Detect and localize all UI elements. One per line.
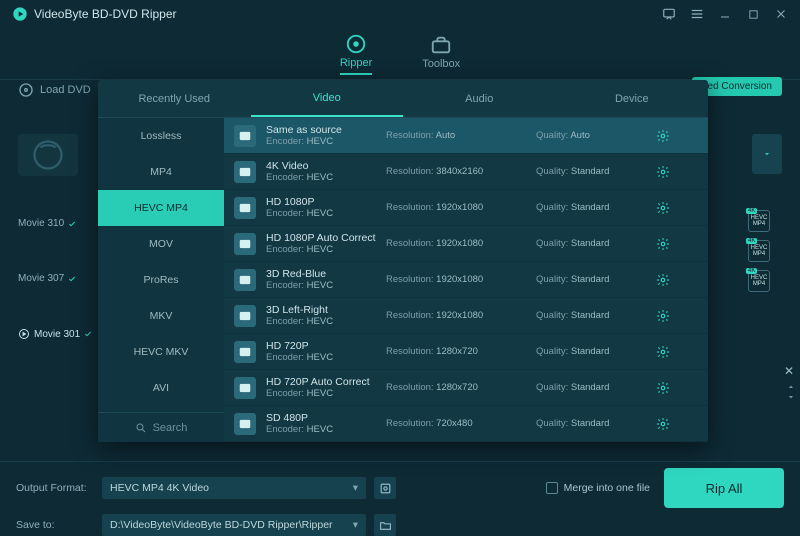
preset-row[interactable]: 3D Red-BlueEncoder: HEVCResolution: 1920… [224, 262, 708, 298]
menu-icon[interactable] [690, 7, 704, 21]
preset-format-icon [234, 197, 256, 219]
disc-thumbnail [18, 134, 78, 176]
format-popup: Recently UsedVideoAudioDevice LosslessMP… [98, 80, 708, 442]
preset-row[interactable]: 3D Left-RightEncoder: HEVCResolution: 19… [224, 298, 708, 334]
movie-item[interactable]: Movie 307 [18, 251, 98, 306]
tab-ripper-label: Ripper [340, 57, 372, 69]
rip-all-button[interactable]: Rip All [664, 468, 784, 508]
sidebar-item[interactable]: MKV [98, 298, 224, 334]
format-dropdown-button[interactable] [752, 134, 782, 174]
sidebar-item[interactable]: HEVC MP4 [98, 190, 224, 226]
ripper-icon [345, 33, 367, 55]
titlebar: VideoByte BD-DVD Ripper [0, 0, 800, 28]
sidebar-item[interactable]: AVI [98, 370, 224, 406]
movie-item[interactable]: Movie 310 [18, 196, 98, 251]
search-input[interactable]: Search [98, 412, 224, 442]
preset-format-icon [234, 413, 256, 435]
sidebar-item[interactable]: HEVC MKV [98, 334, 224, 370]
popup-tab[interactable]: Recently Used [98, 80, 251, 117]
gear-icon[interactable] [656, 417, 670, 431]
tab-toolbox-label: Toolbox [422, 58, 460, 70]
preset-format-icon [234, 377, 256, 399]
gear-icon[interactable] [656, 237, 670, 251]
search-placeholder: Search [153, 422, 188, 434]
save-to-select[interactable]: D:\VideoByte\VideoByte BD-DVD Ripper\Rip… [102, 514, 366, 536]
movie-list: Movie 310 Movie 307 Movie 301 [18, 134, 98, 362]
gear-icon[interactable] [656, 273, 670, 287]
footer: Output Format: HEVC MP4 4K Video ▾ Merge… [0, 461, 800, 519]
format-tag[interactable]: 4KHEVCMP4 [736, 270, 782, 300]
sidebar-item[interactable]: Lossless [98, 118, 224, 154]
preset-format-icon [234, 341, 256, 363]
gear-icon[interactable] [656, 381, 670, 395]
merge-label: Merge into one file [564, 482, 650, 494]
preset-list[interactable]: Same as sourceEncoder: HEVCResolution: A… [224, 118, 708, 442]
merge-checkbox[interactable]: Merge into one file [546, 482, 650, 494]
output-settings-button[interactable] [374, 477, 396, 499]
right-column: 4KHEVCMP44KHEVCMP44KHEVCMP4 [722, 134, 782, 300]
tab-ripper[interactable]: Ripper [340, 33, 372, 75]
gear-icon[interactable] [656, 165, 670, 179]
load-dvd-button[interactable]: Load DVD [18, 82, 105, 98]
preset-row[interactable]: HD 1080P Auto CorrectEncoder: HEVCResolu… [224, 226, 708, 262]
popup-tab[interactable]: Audio [403, 80, 556, 117]
app-logo-icon [12, 6, 28, 22]
movie-item[interactable]: Movie 301 [18, 306, 98, 362]
app-title: VideoByte BD-DVD Ripper [34, 7, 662, 21]
popup-tabs: Recently UsedVideoAudioDevice [98, 80, 708, 118]
preset-row[interactable]: Same as sourceEncoder: HEVCResolution: A… [224, 118, 708, 154]
preset-row[interactable]: 4K VideoEncoder: HEVCResolution: 3840x21… [224, 154, 708, 190]
save-to-value: D:\VideoByte\VideoByte BD-DVD Ripper\Rip… [110, 519, 333, 531]
toolbox-icon [430, 34, 452, 56]
load-dvd-label: Load DVD [40, 84, 91, 96]
save-to-label: Save to: [16, 519, 94, 531]
preset-row[interactable]: SD 480PEncoder: HEVCResolution: 720x480Q… [224, 406, 708, 442]
gear-icon[interactable] [656, 201, 670, 215]
maximize-icon[interactable] [746, 7, 760, 21]
output-format-select[interactable]: HEVC MP4 4K Video ▾ [102, 477, 366, 499]
popup-tab[interactable]: Video [251, 80, 404, 117]
preset-format-icon [234, 161, 256, 183]
gear-icon[interactable] [656, 345, 670, 359]
close-icon[interactable] [774, 7, 788, 21]
preset-row[interactable]: HD 720P Auto CorrectEncoder: HEVCResolut… [224, 370, 708, 406]
panel-close-icon[interactable]: ✕ [784, 364, 794, 378]
preset-format-icon [234, 233, 256, 255]
preset-format-icon [234, 125, 256, 147]
preset-format-icon [234, 269, 256, 291]
sidebar-item[interactable]: MP4 [98, 154, 224, 190]
checkbox-icon [546, 482, 558, 494]
popup-tab[interactable]: Device [556, 80, 709, 117]
preset-row[interactable]: HD 720PEncoder: HEVCResolution: 1280x720… [224, 334, 708, 370]
tab-toolbox[interactable]: Toolbox [422, 34, 460, 74]
format-tag[interactable]: 4KHEVCMP4 [736, 210, 782, 240]
output-format-label: Output Format: [16, 482, 94, 494]
gear-icon[interactable] [656, 129, 670, 143]
format-sidebar: LosslessMP4HEVC MP4MOVProResMKVHEVC MKVA… [98, 118, 224, 442]
output-format-value: HEVC MP4 4K Video [110, 482, 209, 494]
preset-row[interactable]: HD 1080PEncoder: HEVCResolution: 1920x10… [224, 190, 708, 226]
minimize-icon[interactable] [718, 7, 732, 21]
main-tabbar: Ripper Toolbox [0, 28, 800, 80]
sidebar-item[interactable]: ProRes [98, 262, 224, 298]
sidebar-item[interactable]: MOV [98, 226, 224, 262]
reorder-arrows[interactable] [786, 382, 796, 402]
preset-format-icon [234, 305, 256, 327]
gear-icon[interactable] [656, 309, 670, 323]
comment-icon[interactable] [662, 7, 676, 21]
open-folder-button[interactable] [374, 514, 396, 536]
format-tag[interactable]: 4KHEVCMP4 [736, 240, 782, 270]
